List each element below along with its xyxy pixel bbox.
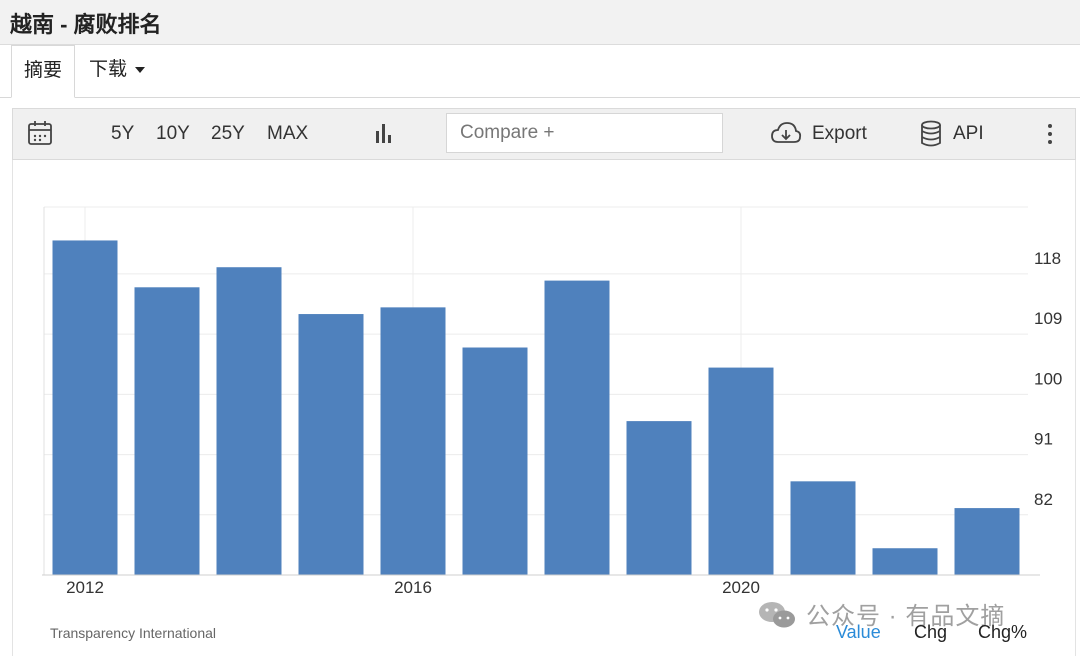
bar-chart: 82 91 100 109 118 2012 2016 2020 [42, 206, 1062, 597]
bar [708, 367, 774, 575]
x-tick-label: 2020 [722, 578, 760, 597]
tab-chg[interactable]: Chg [914, 622, 947, 643]
wechat-icon [759, 602, 795, 628]
bar [298, 314, 364, 575]
y-tick-label: 100 [1034, 369, 1062, 388]
y-tick-label: 91 [1034, 430, 1053, 449]
bar [134, 287, 200, 575]
bar [462, 347, 528, 575]
bar [544, 280, 610, 575]
source-label: Transparency International [50, 625, 217, 641]
bar [380, 307, 446, 575]
x-tick-label: 2012 [66, 578, 104, 597]
bar [52, 240, 118, 576]
bar [216, 267, 282, 575]
bar [790, 481, 856, 575]
bar [626, 421, 692, 575]
tab-value[interactable]: Value [836, 622, 881, 643]
bar [872, 548, 938, 575]
x-tick-label: 2016 [394, 578, 432, 597]
bar [954, 508, 1020, 575]
y-tick-label: 118 [1034, 249, 1061, 268]
y-tick-label: 82 [1034, 490, 1053, 509]
y-tick-label: 109 [1034, 309, 1062, 328]
tab-chg-percent[interactable]: Chg% [978, 622, 1027, 643]
